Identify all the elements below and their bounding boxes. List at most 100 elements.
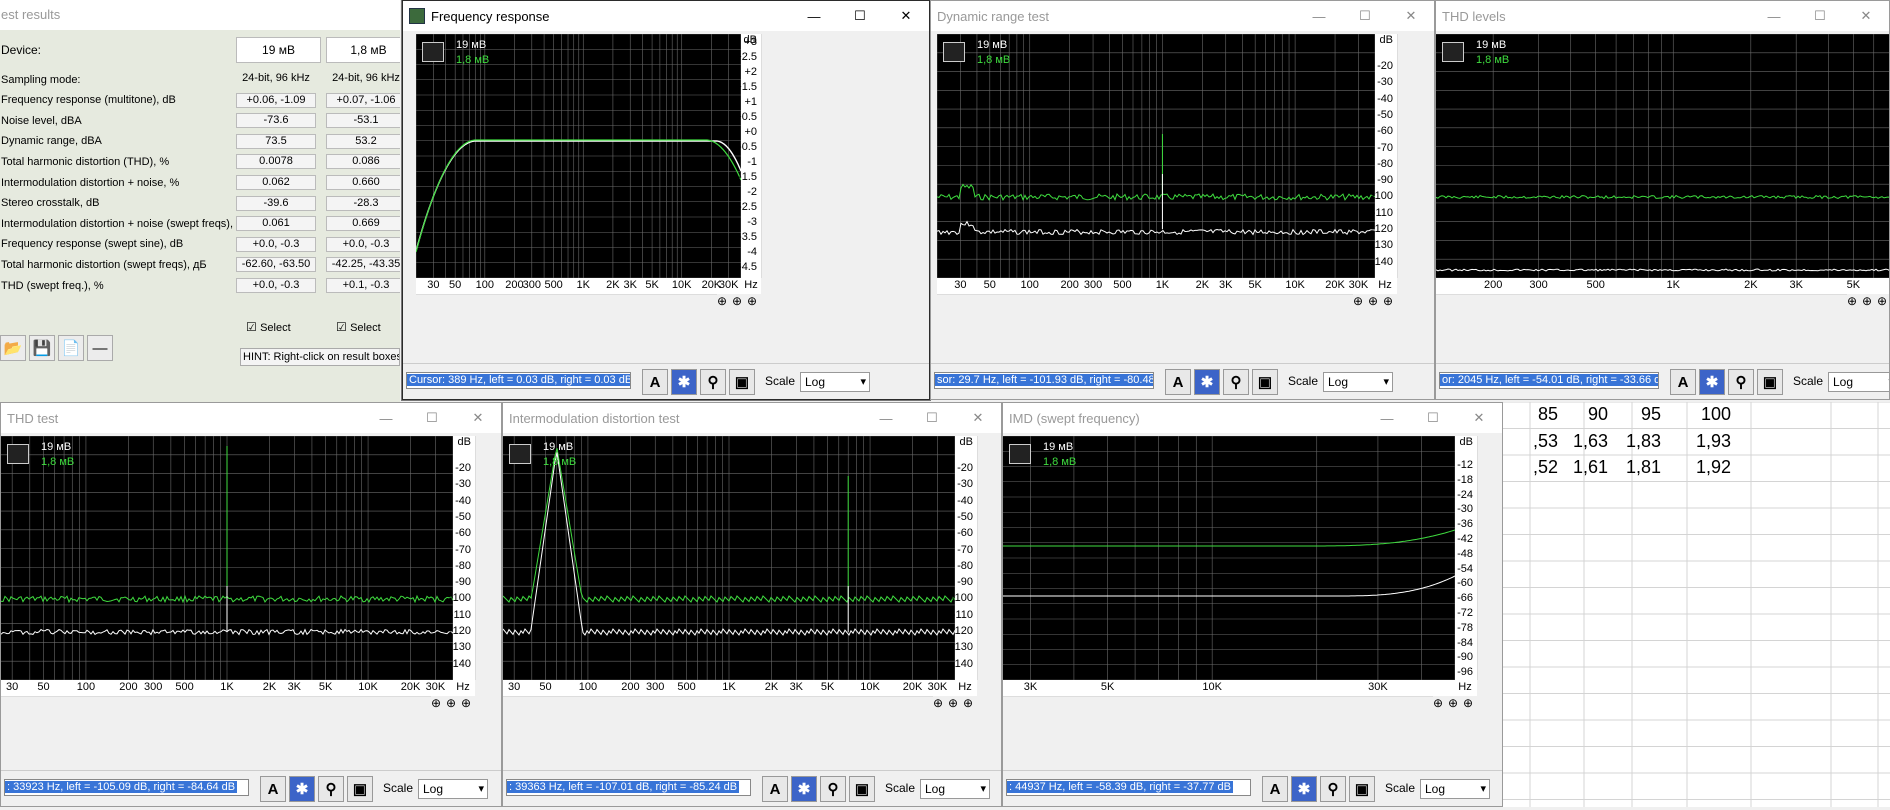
- scale-select[interactable]: Log: [418, 779, 488, 799]
- magnifier-icon[interactable]: ⚲: [1223, 369, 1249, 395]
- cursor-readout[interactable]: : 39363 Hz, left = -107.01 dB, right = -…: [506, 779, 751, 796]
- graph-settings-icon[interactable]: [943, 42, 965, 62]
- zoom-in-icon[interactable]: ⊕: [1368, 294, 1378, 308]
- save-icon[interactable]: ▣: [1252, 369, 1278, 395]
- save-icon[interactable]: ▣: [347, 776, 373, 802]
- zoom-out-icon[interactable]: ⊕: [747, 294, 757, 308]
- vertical-scrollbar[interactable]: [1477, 436, 1493, 680]
- minimize-icon[interactable]: —: [363, 403, 409, 433]
- close-icon[interactable]: ✕: [955, 403, 1001, 433]
- font-icon[interactable]: A: [762, 776, 788, 802]
- zoom-fit-icon[interactable]: ⊕: [933, 696, 943, 710]
- sheet-cell[interactable]: 1,63: [1573, 431, 1608, 452]
- select-checkbox[interactable]: ☑ Select: [246, 320, 291, 334]
- zoom-fit-icon[interactable]: ⊕: [431, 696, 441, 710]
- result-value[interactable]: 0.660: [326, 175, 400, 190]
- result-value[interactable]: 0.062: [236, 175, 316, 190]
- scale-select[interactable]: Log: [800, 372, 870, 392]
- title-bar[interactable]: THD levels — ☐ ✕: [1436, 1, 1889, 31]
- sheet-cell[interactable]: ,52: [1533, 457, 1558, 478]
- plot-area[interactable]: [1436, 34, 1889, 278]
- settings-icon[interactable]: ✱: [1699, 369, 1725, 395]
- result-value[interactable]: +0.0, -0.3: [326, 236, 400, 252]
- close-icon[interactable]: ✕: [455, 403, 501, 433]
- result-value[interactable]: 0.669: [326, 216, 400, 232]
- graph-settings-icon[interactable]: [509, 444, 531, 464]
- zoom-fit-icon[interactable]: ⊕: [1433, 696, 1443, 710]
- sheet-cell[interactable]: 90: [1588, 404, 1608, 425]
- magnifier-icon[interactable]: ⚲: [318, 776, 344, 802]
- plot-area[interactable]: [1003, 436, 1455, 680]
- save-icon[interactable]: ▣: [1349, 776, 1375, 802]
- sheet-cell[interactable]: 1,83: [1626, 431, 1661, 452]
- save-icon[interactable]: 💾: [29, 335, 55, 361]
- vertical-scrollbar[interactable]: [475, 436, 491, 680]
- result-value[interactable]: +0.06, -1.09: [236, 92, 316, 108]
- zoom-out-icon[interactable]: ⊕: [461, 696, 471, 710]
- minimize-icon[interactable]: —: [791, 1, 837, 31]
- font-icon[interactable]: A: [642, 369, 668, 395]
- sheet-cell[interactable]: 1,92: [1696, 457, 1731, 478]
- font-icon[interactable]: A: [1165, 369, 1191, 395]
- sheet-cell[interactable]: ,53: [1533, 431, 1558, 452]
- settings-icon[interactable]: ✱: [1194, 369, 1220, 395]
- title-bar[interactable]: Intermodulation distortion test — ☐ ✕: [503, 403, 1001, 433]
- zoom-out-icon[interactable]: ⊕: [1383, 294, 1393, 308]
- device-column-header[interactable]: 1,8 мВ: [326, 37, 400, 63]
- result-value[interactable]: -62.60, -63.50: [236, 257, 316, 273]
- settings-icon[interactable]: ✱: [791, 776, 817, 802]
- plot-area[interactable]: [937, 34, 1375, 278]
- scale-select[interactable]: Log: [1420, 779, 1490, 799]
- graph-settings-icon[interactable]: [1442, 42, 1464, 62]
- font-icon[interactable]: A: [1670, 369, 1696, 395]
- close-icon[interactable]: ✕: [1843, 1, 1889, 31]
- graph-settings-icon[interactable]: [1009, 444, 1031, 464]
- zoom-out-icon[interactable]: ⊕: [1463, 696, 1473, 710]
- title-bar[interactable]: THD test — ☐ ✕: [1, 403, 501, 433]
- result-value[interactable]: 0.086: [326, 154, 400, 170]
- result-value[interactable]: -39.6: [236, 195, 316, 211]
- maximize-icon[interactable]: ☐: [1797, 1, 1843, 31]
- vertical-scrollbar[interactable]: [761, 34, 777, 278]
- minimize-icon[interactable]: —: [1296, 1, 1342, 31]
- zoom-in-icon[interactable]: ⊕: [1448, 696, 1458, 710]
- zoom-fit-icon[interactable]: ⊕: [1353, 294, 1363, 308]
- horizontal-scrollbar[interactable]: [1, 696, 431, 712]
- sheet-cell[interactable]: 95: [1641, 404, 1661, 425]
- sheet-cell[interactable]: 85: [1538, 404, 1558, 425]
- result-value[interactable]: -42.25, -43.35: [326, 257, 400, 273]
- minimize-icon[interactable]: —: [1364, 403, 1410, 433]
- result-value[interactable]: 53.2: [326, 133, 400, 149]
- zoom-in-icon[interactable]: ⊕: [1862, 294, 1872, 308]
- magnifier-icon[interactable]: ⚲: [1728, 369, 1754, 395]
- horizontal-scrollbar[interactable]: [503, 696, 933, 712]
- open-folder-icon[interactable]: 📂: [0, 335, 26, 361]
- save-icon[interactable]: ▣: [729, 369, 755, 395]
- minimize-icon[interactable]: —: [1751, 1, 1797, 31]
- result-value[interactable]: -28.3: [326, 195, 400, 211]
- graph-settings-icon[interactable]: [7, 444, 29, 464]
- result-value[interactable]: 0.061: [236, 216, 316, 232]
- minus-icon[interactable]: —: [87, 335, 113, 361]
- maximize-icon[interactable]: ☐: [837, 1, 883, 31]
- close-icon[interactable]: ✕: [1388, 1, 1434, 31]
- plot-area[interactable]: [503, 436, 955, 680]
- result-value[interactable]: +0.0, -0.3: [236, 278, 316, 293]
- close-icon[interactable]: ✕: [883, 1, 929, 31]
- zoom-in-icon[interactable]: ⊕: [948, 696, 958, 710]
- result-value[interactable]: -53.1: [326, 113, 400, 129]
- maximize-icon[interactable]: ☐: [1410, 403, 1456, 433]
- maximize-icon[interactable]: ☐: [1342, 1, 1388, 31]
- scale-select[interactable]: Log: [920, 779, 990, 799]
- vertical-scrollbar[interactable]: [1397, 34, 1413, 278]
- result-value[interactable]: 24-bit, 96 kHz: [326, 72, 400, 87]
- save-icon[interactable]: ▣: [849, 776, 875, 802]
- title-bar[interactable]: IMD (swept frequency) — ☐ ✕: [1003, 403, 1502, 433]
- zoom-in-icon[interactable]: ⊕: [732, 294, 742, 308]
- cursor-readout[interactable]: Cursor: 389 Hz, left = 0.03 dB, right = …: [406, 372, 631, 389]
- magnifier-icon[interactable]: ⚲: [820, 776, 846, 802]
- settings-icon[interactable]: ✱: [671, 369, 697, 395]
- zoom-in-icon[interactable]: ⊕: [446, 696, 456, 710]
- result-value[interactable]: 0.0078: [236, 154, 316, 170]
- select-checkbox[interactable]: ☑ Select: [336, 320, 381, 334]
